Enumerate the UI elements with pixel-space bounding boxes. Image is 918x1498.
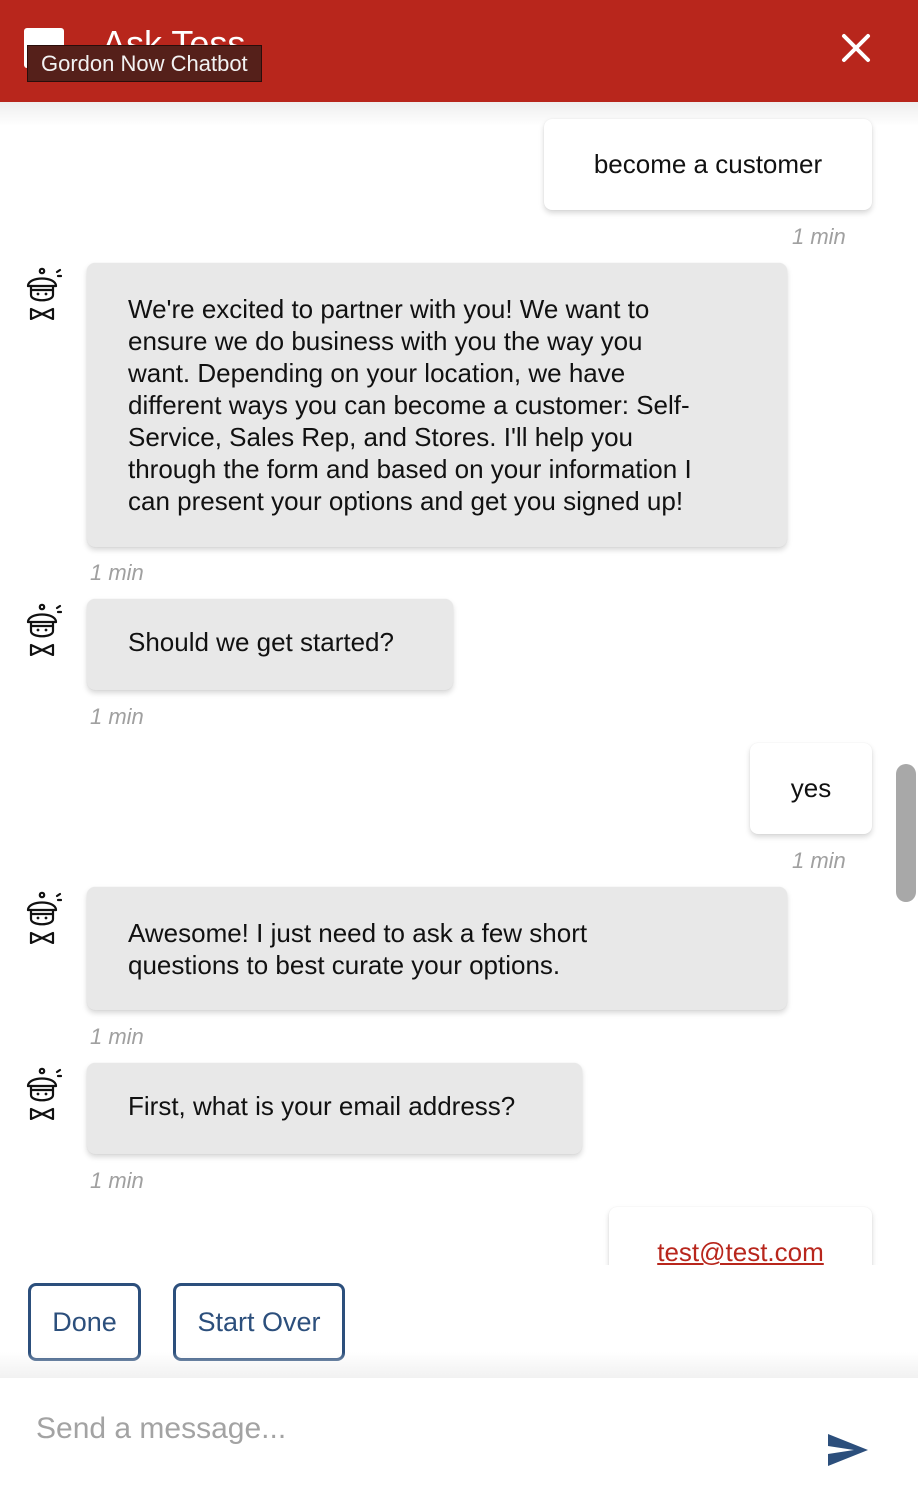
message-timestamp: 1 min (90, 1024, 144, 1049)
message-line: Service, Sales Rep, and Stores. I'll hel… (128, 422, 634, 452)
bot-message-bubble: Should we get started? (87, 599, 453, 690)
chat-scrollbar[interactable] (896, 764, 916, 902)
message-line: can present your options and get you sig… (128, 486, 684, 516)
message-line: want. Depending on your location, we hav… (128, 358, 626, 388)
user-message-bubble: become a customer (544, 119, 872, 210)
chef-bot-icon (26, 267, 62, 320)
message-timestamp: 1 min (792, 224, 846, 249)
chat-header: Ask Tess Gordon Now Chatbot (0, 0, 918, 102)
bot-message-bubble: Awesome! I just need to ask a few short … (87, 887, 787, 1010)
done-button[interactable]: Done (28, 1283, 141, 1361)
message-text: Should we get started? (128, 627, 394, 657)
chef-bot-icon (26, 1067, 62, 1120)
close-icon (842, 34, 870, 62)
message-timestamp: 1 min (792, 848, 846, 873)
message-line: Awesome! I just need to ask a few short (128, 918, 588, 948)
title-tooltip: Gordon Now Chatbot (27, 45, 262, 82)
message-timestamp: 1 min (90, 1168, 144, 1193)
start-over-button[interactable]: Start Over (173, 1283, 345, 1361)
message-text: First, what is your email address? (128, 1091, 516, 1121)
message-line: ensure we do business with you the way y… (128, 326, 643, 356)
email-link[interactable]: test@test.com (657, 1237, 824, 1265)
message-line: through the form and based on your infor… (128, 454, 692, 484)
chef-bot-icon (26, 603, 62, 656)
message-text: become a customer (593, 149, 823, 179)
input-shadow (0, 1352, 918, 1380)
user-message-bubble: test@test.com (609, 1207, 872, 1265)
message-text: yes (790, 773, 832, 803)
message-input[interactable] (20, 1398, 800, 1460)
message-line: We're excited to partner with you! We wa… (128, 294, 650, 324)
message-line: questions to best curate your options. (128, 950, 561, 980)
send-icon (828, 1434, 868, 1466)
bot-message-bubble: First, what is your email address? (87, 1063, 582, 1154)
user-message-bubble: yes (750, 743, 872, 834)
message-line: different ways you can become a customer… (128, 390, 690, 420)
bot-message-bubble: We're excited to partner with you! We wa… (87, 263, 787, 547)
message-timestamp: 1 min (90, 704, 144, 729)
close-button[interactable] (832, 24, 880, 72)
message-composer (0, 1378, 918, 1498)
message-timestamp: 1 min (90, 560, 144, 585)
chef-bot-icon (26, 891, 62, 944)
send-button[interactable] (824, 1430, 872, 1470)
chat-transcript[interactable]: become a customer 1 min We're excited to… (0, 102, 918, 1265)
